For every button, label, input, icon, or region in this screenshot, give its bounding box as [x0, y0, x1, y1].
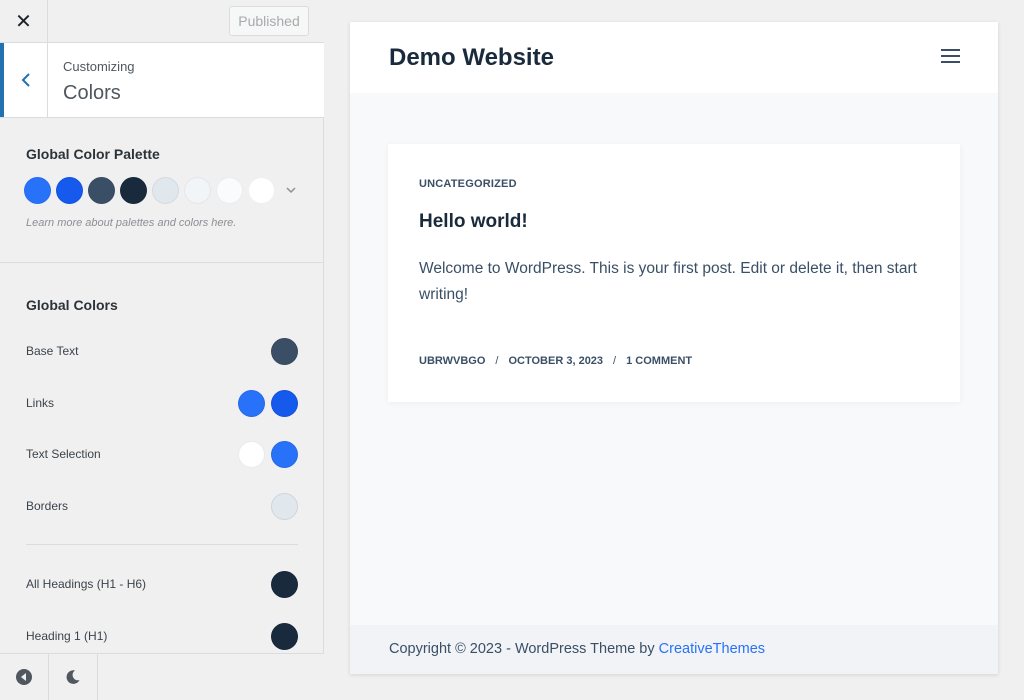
color-option-heading-1: Heading 1 (H1)	[26, 622, 298, 650]
color-option-text-selection: Text Selection	[26, 440, 298, 468]
palette-swatch[interactable]	[56, 177, 83, 204]
color-picker-swatch[interactable]	[271, 440, 298, 468]
post-author-link[interactable]: UBRWVBGO	[419, 355, 485, 367]
color-option-label: Links	[26, 396, 55, 410]
color-picker-swatch[interactable]	[271, 622, 298, 650]
color-picker-swatch[interactable]	[238, 389, 265, 417]
hide-controls-button[interactable]	[0, 654, 49, 700]
copyright-text: Copyright © 2023 - WordPress Theme by Cr…	[389, 641, 765, 657]
dark-mode-toggle[interactable]	[49, 654, 98, 700]
color-option-label: Heading 1 (H1)	[26, 629, 108, 643]
site-footer: Copyright © 2023 - WordPress Theme by Cr…	[350, 625, 998, 674]
palette-swatch[interactable]	[88, 177, 115, 204]
chevron-left-icon	[21, 73, 30, 87]
color-picker-swatch[interactable]	[271, 337, 298, 365]
palette-swatch[interactable]	[152, 177, 179, 204]
palette-swatch[interactable]	[120, 177, 147, 204]
color-picker-swatch[interactable]	[271, 492, 298, 520]
post-excerpt: Welcome to WordPress. This is your first…	[419, 260, 917, 303]
palette-help-text[interactable]: Learn more about palettes and colors her…	[26, 217, 236, 229]
color-option-borders: Borders	[26, 492, 298, 520]
site-preview: Demo Website UNCATEGORIZED Hello world! …	[350, 22, 998, 674]
color-option-label: Borders	[26, 499, 69, 513]
color-option-label: All Headings (H1 - H6)	[26, 577, 147, 591]
palette-swatch[interactable]	[216, 177, 243, 204]
color-option-label: Base Text	[26, 344, 79, 358]
post-card: UNCATEGORIZED Hello world! Welcome to Wo…	[388, 144, 960, 402]
palette-swatch[interactable]	[248, 177, 275, 204]
color-picker-swatch[interactable]	[271, 570, 298, 598]
back-button[interactable]	[0, 43, 48, 117]
color-option-base-text: Base Text	[26, 337, 298, 365]
color-option-links: Links	[26, 389, 298, 417]
creativethemes-link[interactable]: CreativeThemes	[659, 641, 765, 657]
copyright-prefix: Copyright © 2023 - WordPress Theme by	[389, 641, 659, 657]
global-colors-panel: Global Colors Base Text Links Text Selec…	[0, 263, 324, 653]
moon-icon	[66, 670, 80, 684]
palette-swatch[interactable]	[24, 177, 51, 204]
color-picker-swatch[interactable]	[271, 389, 298, 417]
color-picker-swatch[interactable]	[238, 440, 265, 468]
section-header: Customizing Colors	[0, 43, 324, 118]
global-color-palette: Global Color Palette Learn more about pa…	[0, 118, 324, 263]
close-icon: ✕	[15, 10, 32, 33]
color-option-label: Text Selection	[26, 447, 101, 461]
publish-button[interactable]: Published	[229, 6, 309, 36]
color-option-all-headings: All Headings (H1 - H6)	[26, 570, 298, 598]
palette-title: Global Color Palette	[26, 146, 160, 162]
hamburger-menu-icon[interactable]	[941, 48, 960, 64]
site-title[interactable]: Demo Website	[389, 44, 554, 72]
section-title: Colors	[63, 82, 121, 104]
customizer-footer	[0, 653, 324, 700]
global-colors-title: Global Colors	[26, 297, 118, 313]
site-header: Demo Website	[350, 22, 998, 93]
post-title[interactable]: Hello world!	[419, 211, 528, 233]
palette-swatch[interactable]	[184, 177, 211, 204]
post-category-link[interactable]: UNCATEGORIZED	[419, 178, 517, 190]
divider	[26, 544, 298, 545]
customizer-sidebar: ✕ Published Customizing Colors Global Co…	[0, 0, 324, 700]
post-date-link[interactable]: OCTOBER 3, 2023	[508, 355, 603, 367]
post-comments-link[interactable]: 1 COMMENT	[626, 355, 692, 367]
customizer-topbar: ✕ Published	[0, 0, 324, 43]
collapse-icon	[16, 669, 32, 685]
breadcrumb: Customizing	[63, 59, 135, 74]
post-meta: UBRWVBGO / OCTOBER 3, 2023 / 1 COMMENT	[419, 355, 692, 367]
palette-swatches	[24, 177, 296, 204]
chevron-down-icon[interactable]	[286, 185, 296, 197]
close-customizer-button[interactable]: ✕	[0, 0, 48, 42]
meta-separator: /	[495, 355, 499, 367]
meta-separator: /	[613, 355, 617, 367]
